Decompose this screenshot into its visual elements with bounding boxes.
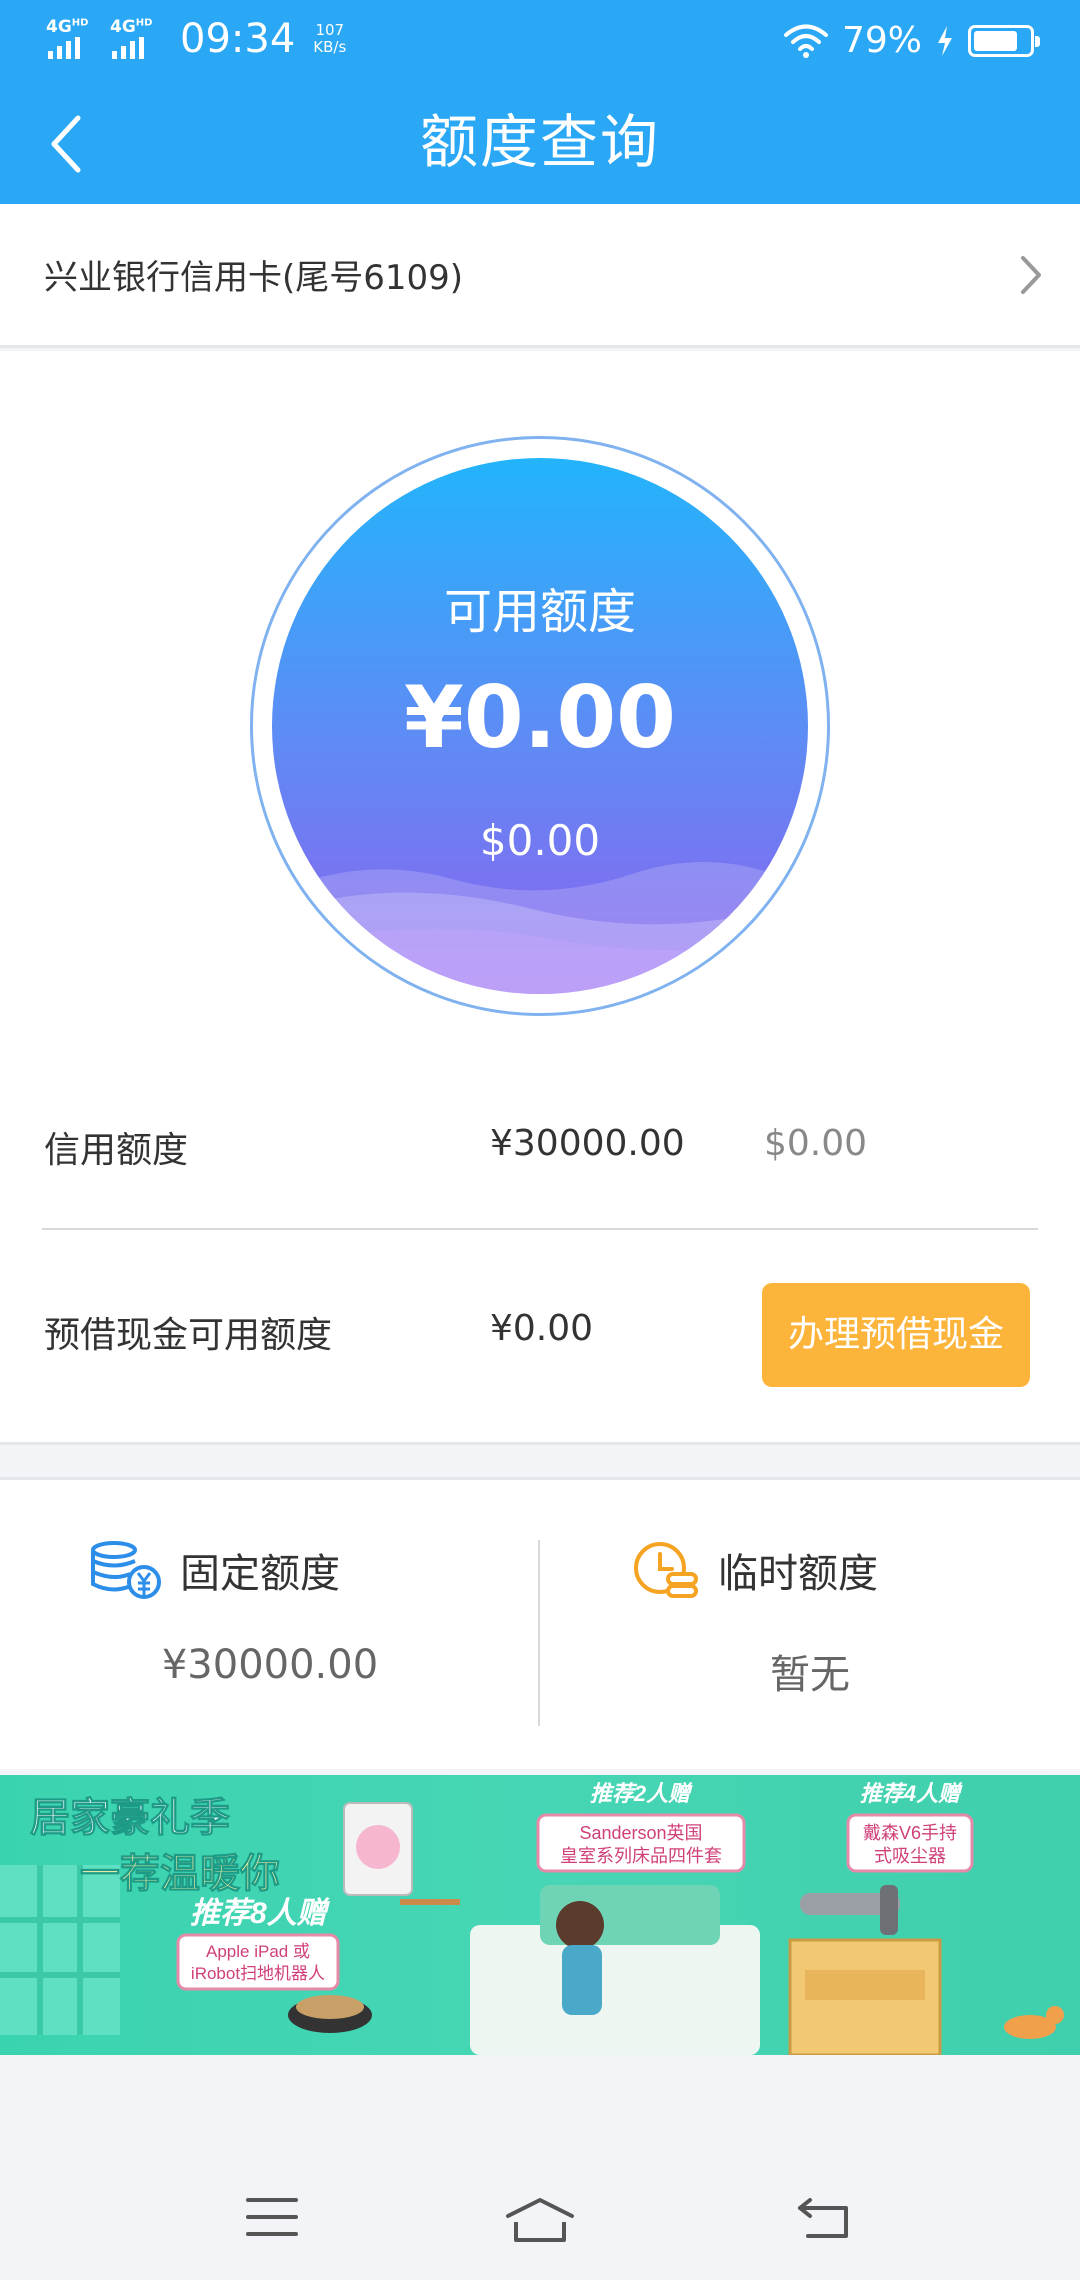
limit-summary: 可用额度 ¥0.00 $0.00 信用额度 ¥30000.00 $0.00 预借… — [0, 351, 1080, 1445]
temporary-quota-label: 临时额度 — [718, 1551, 878, 1597]
wifi-icon — [783, 24, 828, 58]
credit-limit-row: 信用额度 ¥30000.00 $0.00 — [0, 1121, 1080, 1201]
promo-banner-art: 居家豪礼季 一荐温暖你 推荐8人赠 Apple iPad 或 iRobot扫地机… — [0, 1781, 1064, 2055]
wave-decoration — [272, 862, 808, 994]
available-limit-cny: ¥0.00 — [403, 668, 677, 768]
status-bar: 4GHD 4GHD 09:34 107 KB/s 79% — [0, 0, 1080, 80]
nav-bar: 额度查询 — [0, 80, 1080, 204]
page-title: 额度查询 — [419, 108, 660, 176]
card-label: 兴业银行信用卡(尾号6109) — [44, 258, 464, 298]
divider — [42, 1228, 1038, 1230]
available-limit-gauge: 可用额度 ¥0.00 $0.00 — [250, 436, 830, 1016]
fixed-quota-value: ¥30000.00 — [161, 1642, 379, 1688]
fixed-quota-label: 固定额度 — [180, 1551, 340, 1597]
temporary-quota-value: 暂无 — [770, 1652, 850, 1698]
svg-text:推荐8人赠: 推荐8人赠 — [190, 1897, 331, 1930]
credit-limit-usd: $0.00 — [764, 1123, 868, 1164]
svg-text:居家豪礼季: 居家豪礼季 — [30, 1794, 230, 1841]
clock-coins-icon — [634, 1542, 698, 1598]
system-nav-bar — [0, 2160, 1080, 2280]
credit-limit-label: 信用额度 — [44, 1130, 189, 1171]
home-icon[interactable] — [504, 2196, 576, 2244]
temporary-quota[interactable]: 临时额度 暂无 — [540, 1480, 1080, 1772]
svg-text:Sanderson英国: Sanderson英国 — [579, 1823, 702, 1843]
available-limit-usd: $0.00 — [479, 816, 601, 865]
card-selector[interactable]: 兴业银行信用卡(尾号6109) — [0, 204, 1080, 348]
battery-percent: 79% — [841, 20, 922, 61]
cash-advance-label: 预借现金可用额度 — [44, 1315, 333, 1356]
coin-stack-icon — [91, 1541, 161, 1599]
svg-text:推荐4人赠: 推荐4人赠 — [860, 1781, 963, 1806]
status-time: 09:34 — [180, 16, 296, 62]
svg-text:推荐2人赠: 推荐2人赠 — [590, 1781, 693, 1806]
svg-text:戴森V6手持: 戴森V6手持 — [863, 1823, 957, 1843]
signal-icon: 4GHD — [46, 17, 98, 61]
signal-icon-2: 4GHD — [110, 17, 162, 61]
menu-icon[interactable] — [246, 2196, 298, 2238]
fixed-quota[interactable]: 固定额度 ¥30000.00 — [0, 1480, 540, 1772]
available-limit-title: 可用额度 — [443, 584, 636, 640]
battery-icon — [968, 24, 1040, 57]
svg-text:Apple iPad 或: Apple iPad 或 — [206, 1942, 310, 1961]
network-speed: 107 KB/s — [313, 21, 347, 56]
credit-limit-cny: ¥30000.00 — [490, 1123, 685, 1164]
svg-text:皇室系列床品四件套: 皇室系列床品四件套 — [560, 1846, 722, 1866]
svg-text:一荐温暖你: 一荐温暖你 — [80, 1850, 280, 1897]
quota-panel: 固定额度 ¥30000.00 临时额度 暂无 — [0, 1477, 1080, 1769]
cash-advance-cny: ¥0.00 — [490, 1308, 594, 1349]
promo-banner[interactable]: 居家豪礼季 一荐温暖你 推荐8人赠 Apple iPad 或 iRobot扫地机… — [0, 1775, 1080, 2055]
apply-cash-advance-button[interactable]: 办理预借现金 — [762, 1283, 1030, 1387]
chevron-right-icon — [1021, 256, 1041, 294]
charging-icon — [938, 25, 952, 56]
svg-text:式吸尘器: 式吸尘器 — [874, 1846, 946, 1866]
back-nav-icon[interactable] — [796, 2196, 852, 2240]
svg-text:iRobot扫地机器人: iRobot扫地机器人 — [191, 1964, 325, 1983]
